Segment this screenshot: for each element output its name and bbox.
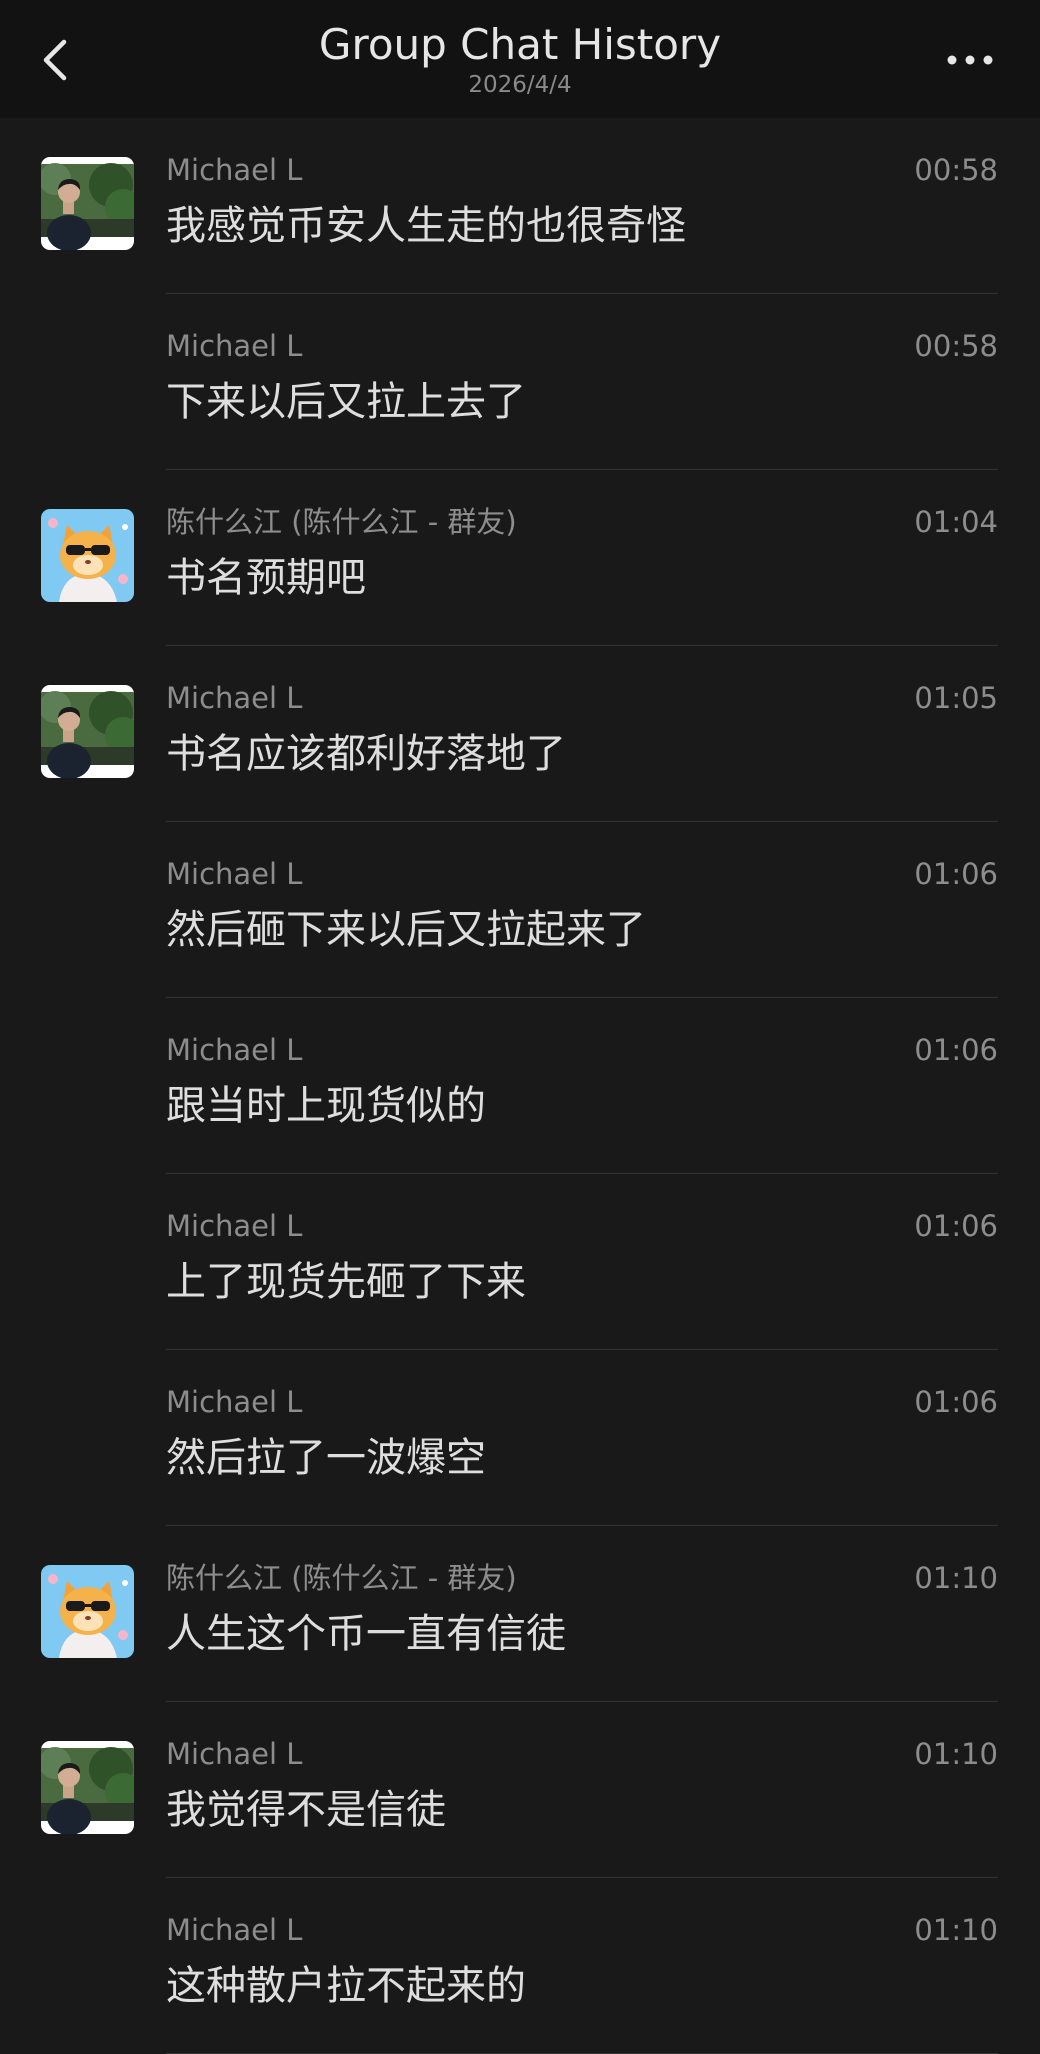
sender-name: Michael L [166, 1033, 303, 1067]
sender-name: Michael L [166, 153, 303, 187]
message-time: 01:06 [914, 1033, 998, 1067]
message-text: 然后拉了一波爆空 [166, 1435, 486, 1481]
avatar[interactable] [41, 157, 134, 250]
sender-name: Michael L [166, 1385, 303, 1419]
message-row[interactable]: Michael L 00:58 我感觉币安人生走的也很奇怪 [0, 118, 1040, 294]
message-time: 01:10 [914, 1737, 998, 1771]
message-text: 这种散户拉不起来的 [166, 1963, 526, 2009]
message-text: 我觉得不是信徒 [166, 1787, 446, 1833]
sender-name: Michael L [166, 681, 303, 715]
top-bar: Group Chat History 2026/4/4 [0, 0, 1040, 118]
message-row[interactable]: Michael L 01:06 然后拉了一波爆空 [0, 1350, 1040, 1526]
message-time: 00:58 [914, 329, 998, 363]
avatar[interactable] [41, 685, 134, 778]
message-row[interactable]: Michael L 01:06 跟当时上现货似的 [0, 998, 1040, 1174]
sender-name: Michael L [166, 1913, 303, 1947]
message-row[interactable]: Michael L 01:05 书名应该都利好落地了 [0, 646, 1040, 822]
sender-name: Michael L [166, 329, 303, 363]
avatar[interactable] [41, 1741, 134, 1834]
more-button[interactable] [940, 40, 1000, 80]
sender-name: 陈什么江 (陈什么江 - 群友) [166, 505, 517, 539]
page-title: Group Chat History [318, 20, 722, 69]
message-row[interactable]: Michael L 00:58 下来以后又拉上去了 [0, 294, 1040, 470]
message-time: 00:58 [914, 153, 998, 187]
sender-name: Michael L [166, 857, 303, 891]
message-time: 01:05 [914, 681, 998, 715]
message-text: 跟当时上现货似的 [166, 1083, 486, 1129]
message-time: 01:10 [914, 1913, 998, 1947]
message-time: 01:04 [914, 505, 998, 539]
message-time: 01:10 [914, 1561, 998, 1595]
more-horizontal-icon [947, 55, 993, 65]
sender-name: Michael L [166, 1737, 303, 1771]
message-time: 01:06 [914, 1385, 998, 1419]
message-list: Michael L 00:58 我感觉币安人生走的也很奇怪 Michael L 00:5… [0, 118, 1040, 2054]
chevron-left-icon [43, 39, 67, 81]
message-row[interactable]: Michael L 01:10 这种散户拉不起来的 [0, 1878, 1040, 2054]
message-text: 书名预期吧 [166, 555, 366, 601]
chat-date: 2026/4/4 [468, 72, 572, 98]
avatar[interactable] [41, 509, 134, 602]
message-text: 人生这个币一直有信徒 [166, 1611, 566, 1657]
sender-name: 陈什么江 (陈什么江 - 群友) [166, 1561, 517, 1595]
avatar[interactable] [41, 1565, 134, 1658]
message-time: 01:06 [914, 857, 998, 891]
message-text: 然后砸下来以后又拉起来了 [166, 907, 646, 953]
message-time: 01:06 [914, 1209, 998, 1243]
message-text: 书名应该都利好落地了 [166, 731, 566, 777]
message-row[interactable]: Michael L 01:06 上了现货先砸了下来 [0, 1174, 1040, 1350]
message-row[interactable]: 陈什么江 (陈什么江 - 群友) 01:10 人生这个币一直有信徒 [0, 1526, 1040, 1702]
back-button[interactable] [30, 28, 86, 92]
message-text: 我感觉币安人生走的也很奇怪 [166, 203, 686, 249]
message-text: 下来以后又拉上去了 [166, 379, 526, 425]
message-row[interactable]: Michael L 01:06 然后砸下来以后又拉起来了 [0, 822, 1040, 998]
message-row[interactable]: 陈什么江 (陈什么江 - 群友) 01:04 书名预期吧 [0, 470, 1040, 646]
message-text: 上了现货先砸了下来 [166, 1259, 526, 1305]
message-row[interactable]: Michael L 01:10 我觉得不是信徒 [0, 1702, 1040, 1878]
sender-name: Michael L [166, 1209, 303, 1243]
